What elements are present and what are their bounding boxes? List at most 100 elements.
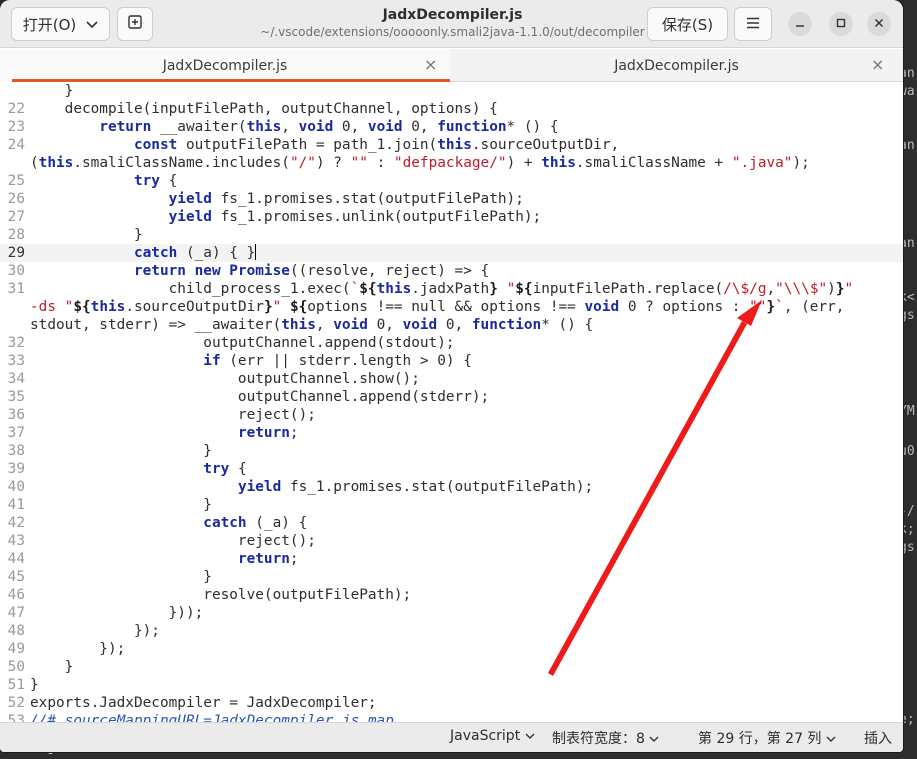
code-line[interactable]: 42 catch (_a) { (0, 514, 903, 532)
code-line[interactable]: 32 outputChannel.append(stdout); (0, 334, 903, 352)
tab-bar: JadxDecompiler.js × JadxDecompiler.js × (0, 49, 903, 82)
code-editor[interactable]: } 22 decompile(inputFilePath, outputChann… (0, 82, 903, 722)
line-number: 41 (7, 497, 25, 513)
code-text: stdout, stderr) => __awaiter(this, void … (30, 317, 594, 333)
tab-width-selector[interactable]: 制表符宽度：8 (552, 728, 659, 748)
insert-mode-indicator[interactable]: 插入 (864, 728, 892, 748)
close-window-button[interactable] (867, 12, 891, 36)
code-line[interactable]: 37 return; (0, 424, 903, 442)
new-document-button[interactable] (117, 7, 153, 41)
line-number: 44 (7, 551, 25, 567)
code-text: (this.smaliClassName.includes("/") ? "" … (30, 155, 810, 171)
code-line[interactable]: (this.smaliClassName.includes("/") ? "" … (0, 154, 903, 172)
code-line[interactable]: 27 yield fs_1.promises.unlink(outputFile… (0, 208, 903, 226)
code-line[interactable]: 31 child_process_1.exec(`${this.jadxPath… (0, 280, 903, 298)
code-line[interactable]: 30 return new Promise((resolve, reject) … (0, 262, 903, 280)
line-number: 38 (7, 443, 25, 459)
code-line[interactable]: 40 yield fs_1.promises.stat(outputFilePa… (0, 478, 903, 496)
code-line[interactable]: 41 } (0, 496, 903, 514)
line-number: 39 (7, 461, 25, 477)
code-text: }); (30, 623, 160, 639)
code-line[interactable]: 53 //# sourceMappingURL=JadxDecompiler.js… (0, 712, 903, 722)
save-button[interactable]: 保存(S) (647, 7, 728, 41)
open-button-label: 打开(O) (22, 15, 77, 34)
code-text: -ds "${this.sourceOutputDir}" ${options … (30, 299, 845, 315)
line-number: 30 (7, 263, 25, 279)
code-text: } (30, 83, 74, 99)
code-text: })); (30, 605, 204, 621)
code-text: const outputFilePath = path_1.join(this.… (133, 137, 620, 153)
code-line[interactable]: 50 } (0, 658, 903, 676)
line-number: 27 (7, 209, 25, 225)
code-line[interactable]: 47 })); (0, 604, 903, 622)
code-line[interactable]: 36 reject(); (0, 406, 903, 424)
code-line[interactable]: } (0, 82, 903, 100)
menu-button[interactable] (734, 7, 772, 41)
maximize-button[interactable] (829, 12, 853, 36)
status-bar: JavaScript 制表符宽度：8 第 29 行，第 27 列 插入 (0, 722, 903, 752)
code-line[interactable]: 25 try { (0, 172, 903, 190)
line-number: 42 (7, 515, 25, 531)
line-number: 22 (7, 101, 25, 117)
line-number: 45 (7, 569, 25, 585)
tab-close-icon[interactable]: × (424, 55, 437, 74)
tab-jadxdecompiler-2[interactable]: JadxDecompiler.js × (450, 49, 903, 82)
code-text: }); (30, 641, 126, 657)
code-line[interactable]: 35 outputChannel.append(stderr); (0, 388, 903, 406)
code-text: outputChannel.show(); (30, 371, 420, 387)
minimize-button[interactable] (788, 12, 812, 36)
open-button[interactable]: 打开(O) (11, 7, 110, 41)
code-text: decompile(inputFilePath, outputChannel, … (30, 101, 498, 117)
code-line[interactable]: stdout, stderr) => __awaiter(this, void … (0, 316, 903, 334)
code-text: reject(); (30, 407, 316, 423)
code-text: child_process_1.exec(`${this.jadxPath} "… (30, 281, 854, 297)
line-number: 25 (7, 173, 25, 189)
close-icon (874, 17, 884, 32)
cursor-position-selector[interactable]: 第 29 行，第 27 列 (698, 728, 836, 748)
code-line[interactable]: 29 catch (_a) { } (0, 244, 903, 262)
code-line[interactable]: 33 if (err || stderr.length > 0) { (0, 352, 903, 370)
line-number: 32 (7, 335, 25, 351)
code-text: yield fs_1.promises.unlink(outputFilePat… (168, 209, 542, 225)
tab-close-icon[interactable]: × (871, 55, 884, 74)
code-line[interactable]: 43 reject(); (0, 532, 903, 550)
chevron-down-icon (649, 736, 659, 742)
code-line[interactable]: 28 } (0, 226, 903, 244)
line-number: 46 (7, 587, 25, 603)
code-text: outputChannel.append(stdout); (30, 335, 455, 351)
code-line[interactable]: 52 exports.JadxDecompiler = JadxDecompile… (0, 694, 903, 712)
code-line[interactable]: 44 return; (0, 550, 903, 568)
code-text: } (30, 569, 212, 585)
tab-width-label: 制表符宽度：8 (552, 731, 645, 747)
line-number: 33 (7, 353, 25, 369)
language-selector[interactable]: JavaScript (450, 728, 535, 744)
code-text: return new Promise((resolve, reject) => … (133, 263, 490, 279)
cursor-position-label: 第 29 行，第 27 列 (698, 731, 822, 747)
code-line[interactable]: 22 decompile(inputFilePath, outputChanne… (0, 100, 903, 118)
code-line[interactable]: 48 }); (0, 622, 903, 640)
code-line[interactable]: 39 try { (0, 460, 903, 478)
code-text: } (30, 443, 212, 459)
tab-jadxdecompiler-1[interactable]: JadxDecompiler.js × (0, 49, 450, 82)
line-number: 36 (7, 407, 25, 423)
minimize-icon (795, 17, 805, 32)
window-title: JadxDecompiler.js (382, 7, 523, 23)
code-line[interactable]: -ds "${this.sourceOutputDir}" ${options … (0, 298, 903, 316)
code-text: outputChannel.append(stderr); (30, 389, 490, 405)
code-line[interactable]: 23 return __awaiter(this, void 0, void 0… (0, 118, 903, 136)
code-text: } (30, 497, 212, 513)
code-line[interactable]: 26 yield fs_1.promises.stat(outputFilePa… (0, 190, 903, 208)
code-text: exports.JadxDecompiler = JadxDecompiler; (30, 695, 377, 711)
code-line[interactable]: 46 resolve(outputFilePath); (0, 586, 903, 604)
code-text: try { (133, 173, 178, 189)
code-line[interactable]: 49 }); (0, 640, 903, 658)
code-text: yield fs_1.promises.stat(outputFilePath)… (237, 479, 594, 495)
code-line[interactable]: 24 const outputFilePath = path_1.join(th… (0, 136, 903, 154)
code-line[interactable]: 45 } (0, 568, 903, 586)
code-line[interactable]: 34 outputChannel.show(); (0, 370, 903, 388)
code-line[interactable]: 51} (0, 676, 903, 694)
line-number: 49 (7, 641, 25, 657)
code-line[interactable]: 38 } (0, 442, 903, 460)
code-text: try { (203, 461, 247, 477)
code-text: //# sourceMappingURL=JadxDecompiler.js.m… (30, 713, 394, 722)
